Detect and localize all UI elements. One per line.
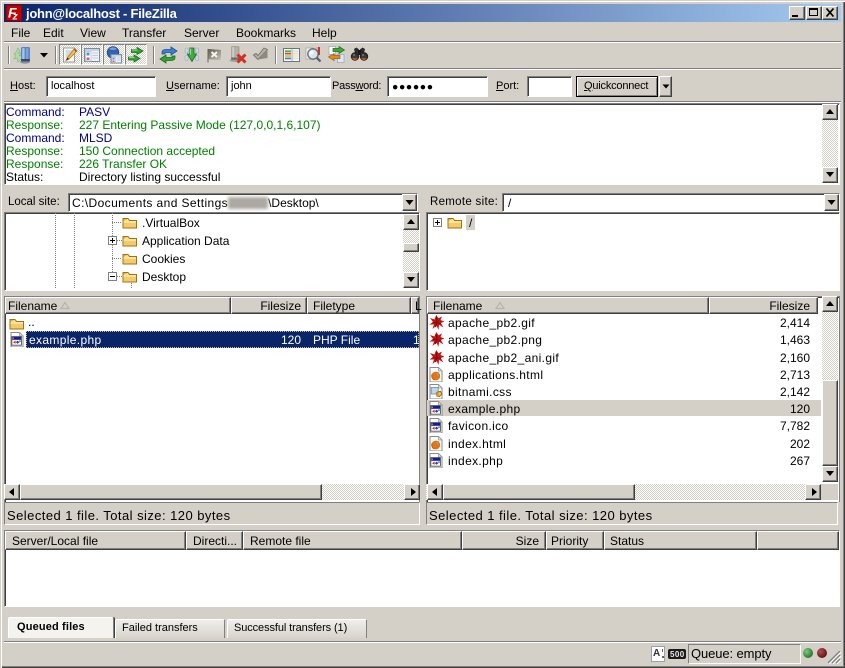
svg-text:z: z: [12, 11, 19, 22]
